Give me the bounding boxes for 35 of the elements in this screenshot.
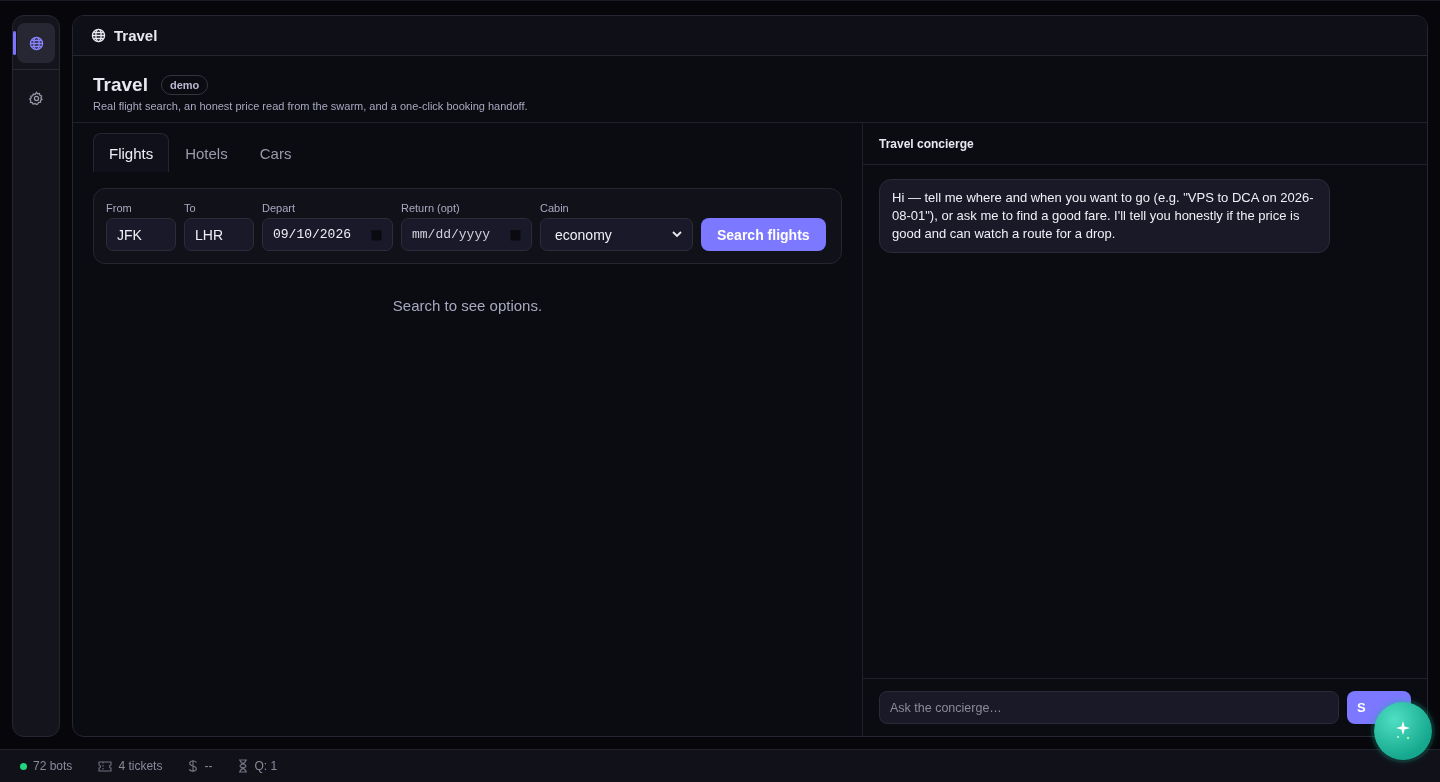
chevron-down-icon — [672, 231, 682, 238]
globe-icon — [28, 35, 44, 51]
field-label: Depart — [262, 202, 297, 214]
field-label: Cabin — [540, 202, 570, 214]
settings-icon — [28, 90, 44, 106]
tab[interactable]: Cars — [243, 133, 308, 172]
dollar-icon — [188, 759, 199, 773]
page-title: Travel — [93, 74, 148, 96]
field-label: To — [184, 202, 197, 214]
status-text: 72 bots — [33, 759, 73, 773]
empty-message: Search to see options. — [391, 297, 544, 314]
tab[interactable]: Flights — [93, 133, 170, 172]
search-flights-button[interactable]: Search flights — [701, 218, 826, 251]
text-field[interactable]: LHR — [184, 218, 254, 251]
tab[interactable]: Hotels — [169, 133, 244, 172]
chat-message: Hi — tell me where and when you want to go (e.g. "VPS to DCA on 2026-08-01"), or ask me to find a good fare. I'll tell you honestly if the price is good and can watch a route for a drop. — [879, 179, 1330, 253]
cabin-select[interactable]: economy — [540, 218, 693, 251]
field-label: Return (opt) — [401, 202, 461, 214]
hourglass-icon — [238, 759, 249, 773]
field-label: From — [106, 202, 133, 214]
status-text: Q: 1 — [254, 759, 278, 773]
status-text: 4 tickets — [118, 759, 163, 773]
date-field[interactable]: 09/10/2026 — [262, 218, 393, 251]
calendar-icon — [510, 228, 521, 241]
page-subtitle: Real flight search, an honest price read from the swarm, and a one-click booking handoff. — [93, 100, 529, 112]
ticket-icon — [98, 760, 113, 772]
calendar-icon — [371, 228, 382, 241]
status-text: -- — [204, 759, 213, 773]
concierge-title: Travel concierge — [863, 123, 1427, 165]
status-dot — [20, 762, 27, 770]
panel-title: Travel — [114, 27, 158, 44]
chat-input[interactable]: Ask the concierge… — [879, 691, 1339, 724]
date-field[interactable]: mm/dd/yyyy — [401, 218, 532, 251]
globe-icon — [91, 28, 106, 43]
text-field[interactable]: JFK — [106, 218, 176, 251]
